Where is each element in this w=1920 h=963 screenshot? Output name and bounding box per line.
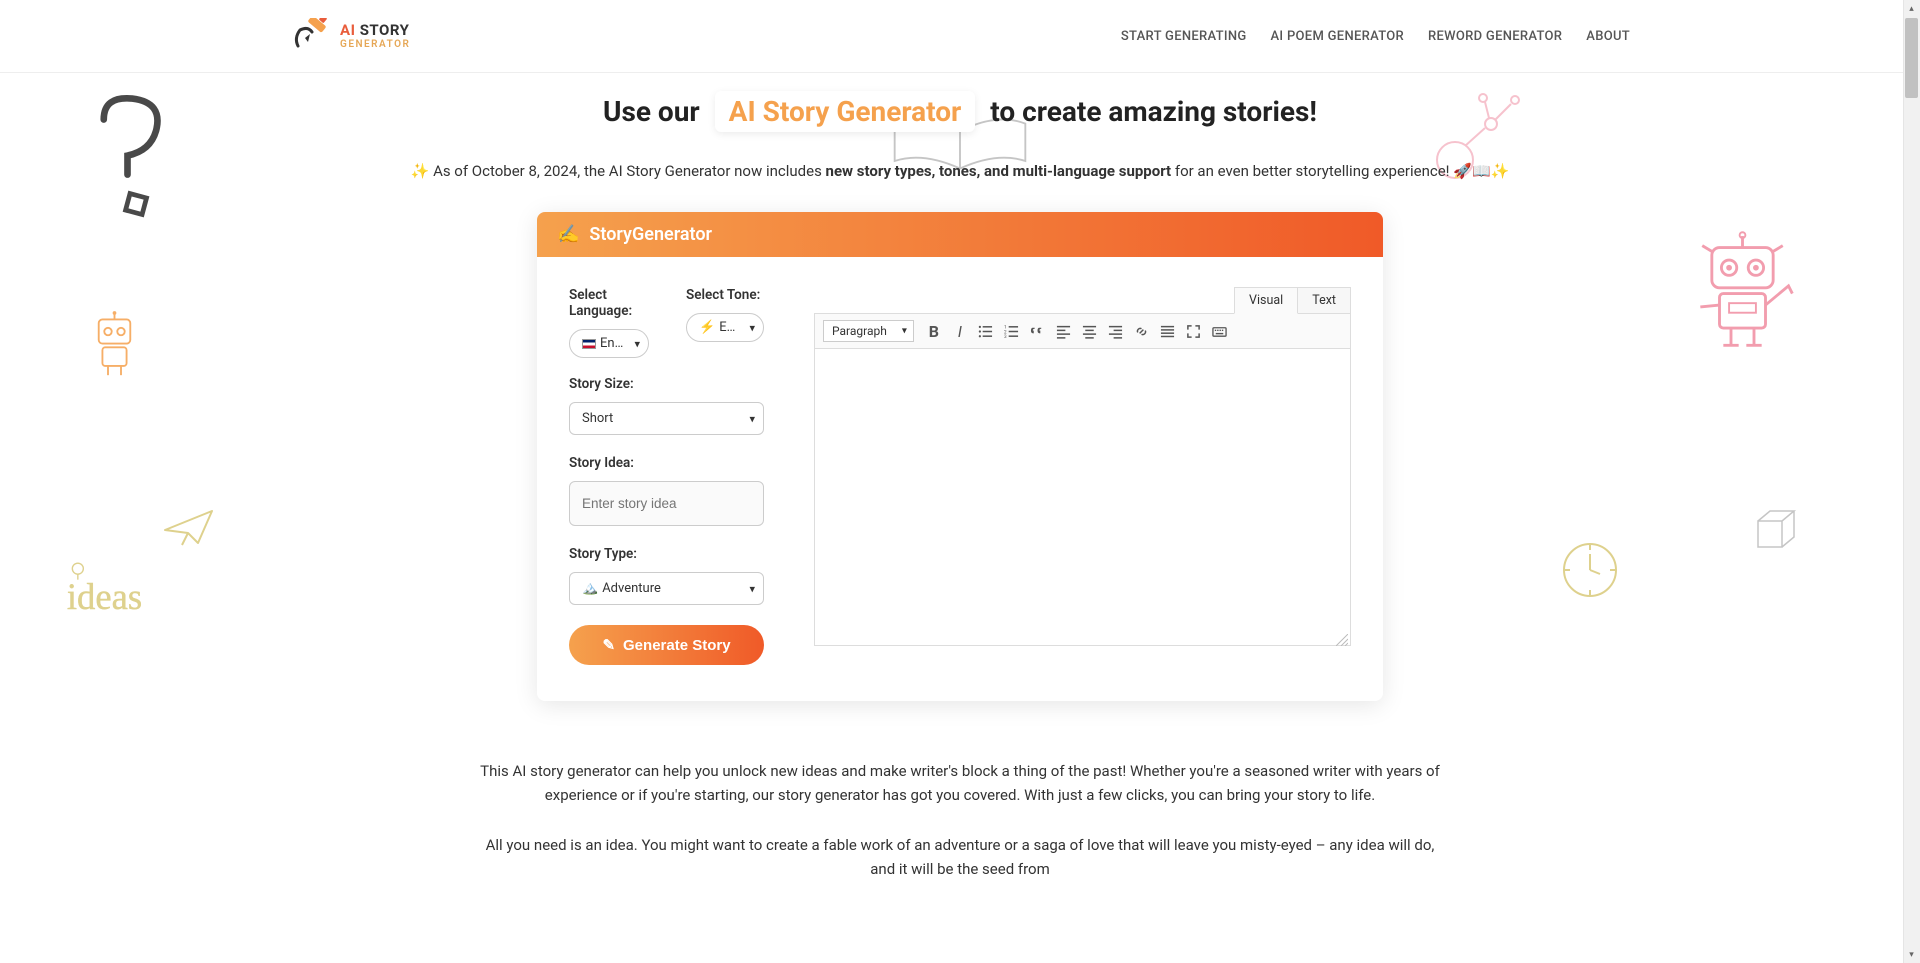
scroll-up-arrow[interactable]: ▴ [1903, 0, 1920, 17]
deco-paper-plane [160, 505, 220, 550]
resize-handle[interactable] [1336, 631, 1348, 643]
nav-reword-generator[interactable]: REWORD GENERATOR [1428, 29, 1562, 44]
nav-start-generating[interactable]: START GENERATING [1121, 29, 1247, 44]
align-right-button[interactable] [1104, 319, 1128, 343]
rich-text-editor: Paragraph B I 123 [814, 313, 1351, 646]
bold-button[interactable]: B [922, 319, 946, 343]
intro-paragraphs: This AI story generator can help you unl… [480, 759, 1440, 881]
numbered-list-button[interactable]: 123 [1000, 319, 1024, 343]
svg-text:3: 3 [1004, 334, 1007, 339]
pencil-logo-icon [290, 18, 330, 54]
main-nav: START GENERATING AI POEM GENERATOR REWOR… [1121, 29, 1630, 44]
italic-button[interactable]: I [948, 319, 972, 343]
paragraph-format-select[interactable]: Paragraph [823, 320, 914, 342]
nav-about[interactable]: ABOUT [1586, 29, 1630, 44]
bullet-list-button[interactable] [974, 319, 998, 343]
editor-toolbar: Paragraph B I 123 [815, 314, 1350, 349]
generator-controls: Select Language: English Select Tone: ⚡E… [569, 287, 764, 665]
tone-select[interactable]: ⚡Exciting [686, 313, 764, 342]
language-select[interactable]: English [569, 329, 649, 358]
writing-hand-icon: ✍️ [557, 224, 579, 245]
brand-title: AI STORY [340, 22, 410, 39]
deco-robot-small [82, 310, 147, 380]
widget-header: ✍️ StoryGenerator [537, 212, 1383, 257]
story-generator-widget: ✍️ StoryGenerator Select Language: Engli… [537, 212, 1383, 701]
flag-gb-icon [582, 339, 596, 349]
pencil-icon: ✎ [602, 636, 615, 654]
intro-p2: All you need is an idea. You might want … [480, 833, 1440, 881]
site-header: AI STORY GENERATOR START GENERATING AI P… [0, 0, 1920, 73]
intro-p1: This AI story generator can help you unl… [480, 759, 1440, 807]
editor-tab-visual[interactable]: Visual [1234, 287, 1298, 314]
size-select[interactable]: Short [569, 402, 764, 435]
editor-content-area[interactable] [815, 349, 1350, 645]
type-select[interactable]: 🏔️Adventure [569, 572, 764, 605]
story-idea-input[interactable] [569, 481, 764, 526]
sparkle-icon: ✨ [1491, 162, 1510, 180]
hero-highlight: AI Story Generator [715, 91, 976, 132]
brand-subtitle: GENERATOR [340, 39, 410, 50]
deco-cube [1750, 505, 1800, 555]
generate-story-button[interactable]: ✎ Generate Story [569, 625, 764, 665]
svg-text:ideas: ideas [67, 576, 142, 617]
fullscreen-button[interactable] [1182, 319, 1206, 343]
editor-panel: Visual Text Paragraph B I 123 [814, 287, 1351, 665]
link-button[interactable] [1130, 319, 1154, 343]
hero-subtitle: ✨ As of October 8, 2024, the AI Story Ge… [0, 162, 1920, 180]
scroll-down-arrow[interactable]: ▾ [1903, 946, 1920, 963]
deco-ideas-text: ideas [65, 555, 175, 630]
hero-title: Use our AI Story Generator to create ama… [0, 91, 1920, 132]
idea-label: Story Idea: [569, 455, 764, 471]
blockquote-button[interactable] [1026, 319, 1050, 343]
keyboard-shortcuts-button[interactable] [1208, 319, 1232, 343]
language-label: Select Language: [569, 287, 664, 319]
bolt-icon: ⚡ [699, 320, 715, 335]
nav-poem-generator[interactable]: AI POEM GENERATOR [1271, 29, 1404, 44]
size-label: Story Size: [569, 376, 764, 392]
book-icon: 📖 [1472, 162, 1491, 180]
deco-robot-big [1685, 230, 1800, 360]
type-label: Story Type: [569, 546, 764, 562]
deco-clock [1560, 530, 1620, 600]
brand-logo[interactable]: AI STORY GENERATOR [290, 18, 410, 54]
widget-title: StoryGenerator [589, 224, 712, 245]
hero-section: Use our AI Story Generator to create ama… [0, 73, 1920, 180]
align-left-button[interactable] [1052, 319, 1076, 343]
sparkle-icon: ✨ [411, 162, 430, 180]
insert-more-button[interactable] [1156, 319, 1180, 343]
rocket-icon: 🚀 [1453, 162, 1472, 180]
mountain-icon: 🏔️ [582, 581, 598, 596]
align-center-button[interactable] [1078, 319, 1102, 343]
tone-label: Select Tone: [686, 287, 764, 303]
editor-tab-text[interactable]: Text [1298, 287, 1351, 314]
